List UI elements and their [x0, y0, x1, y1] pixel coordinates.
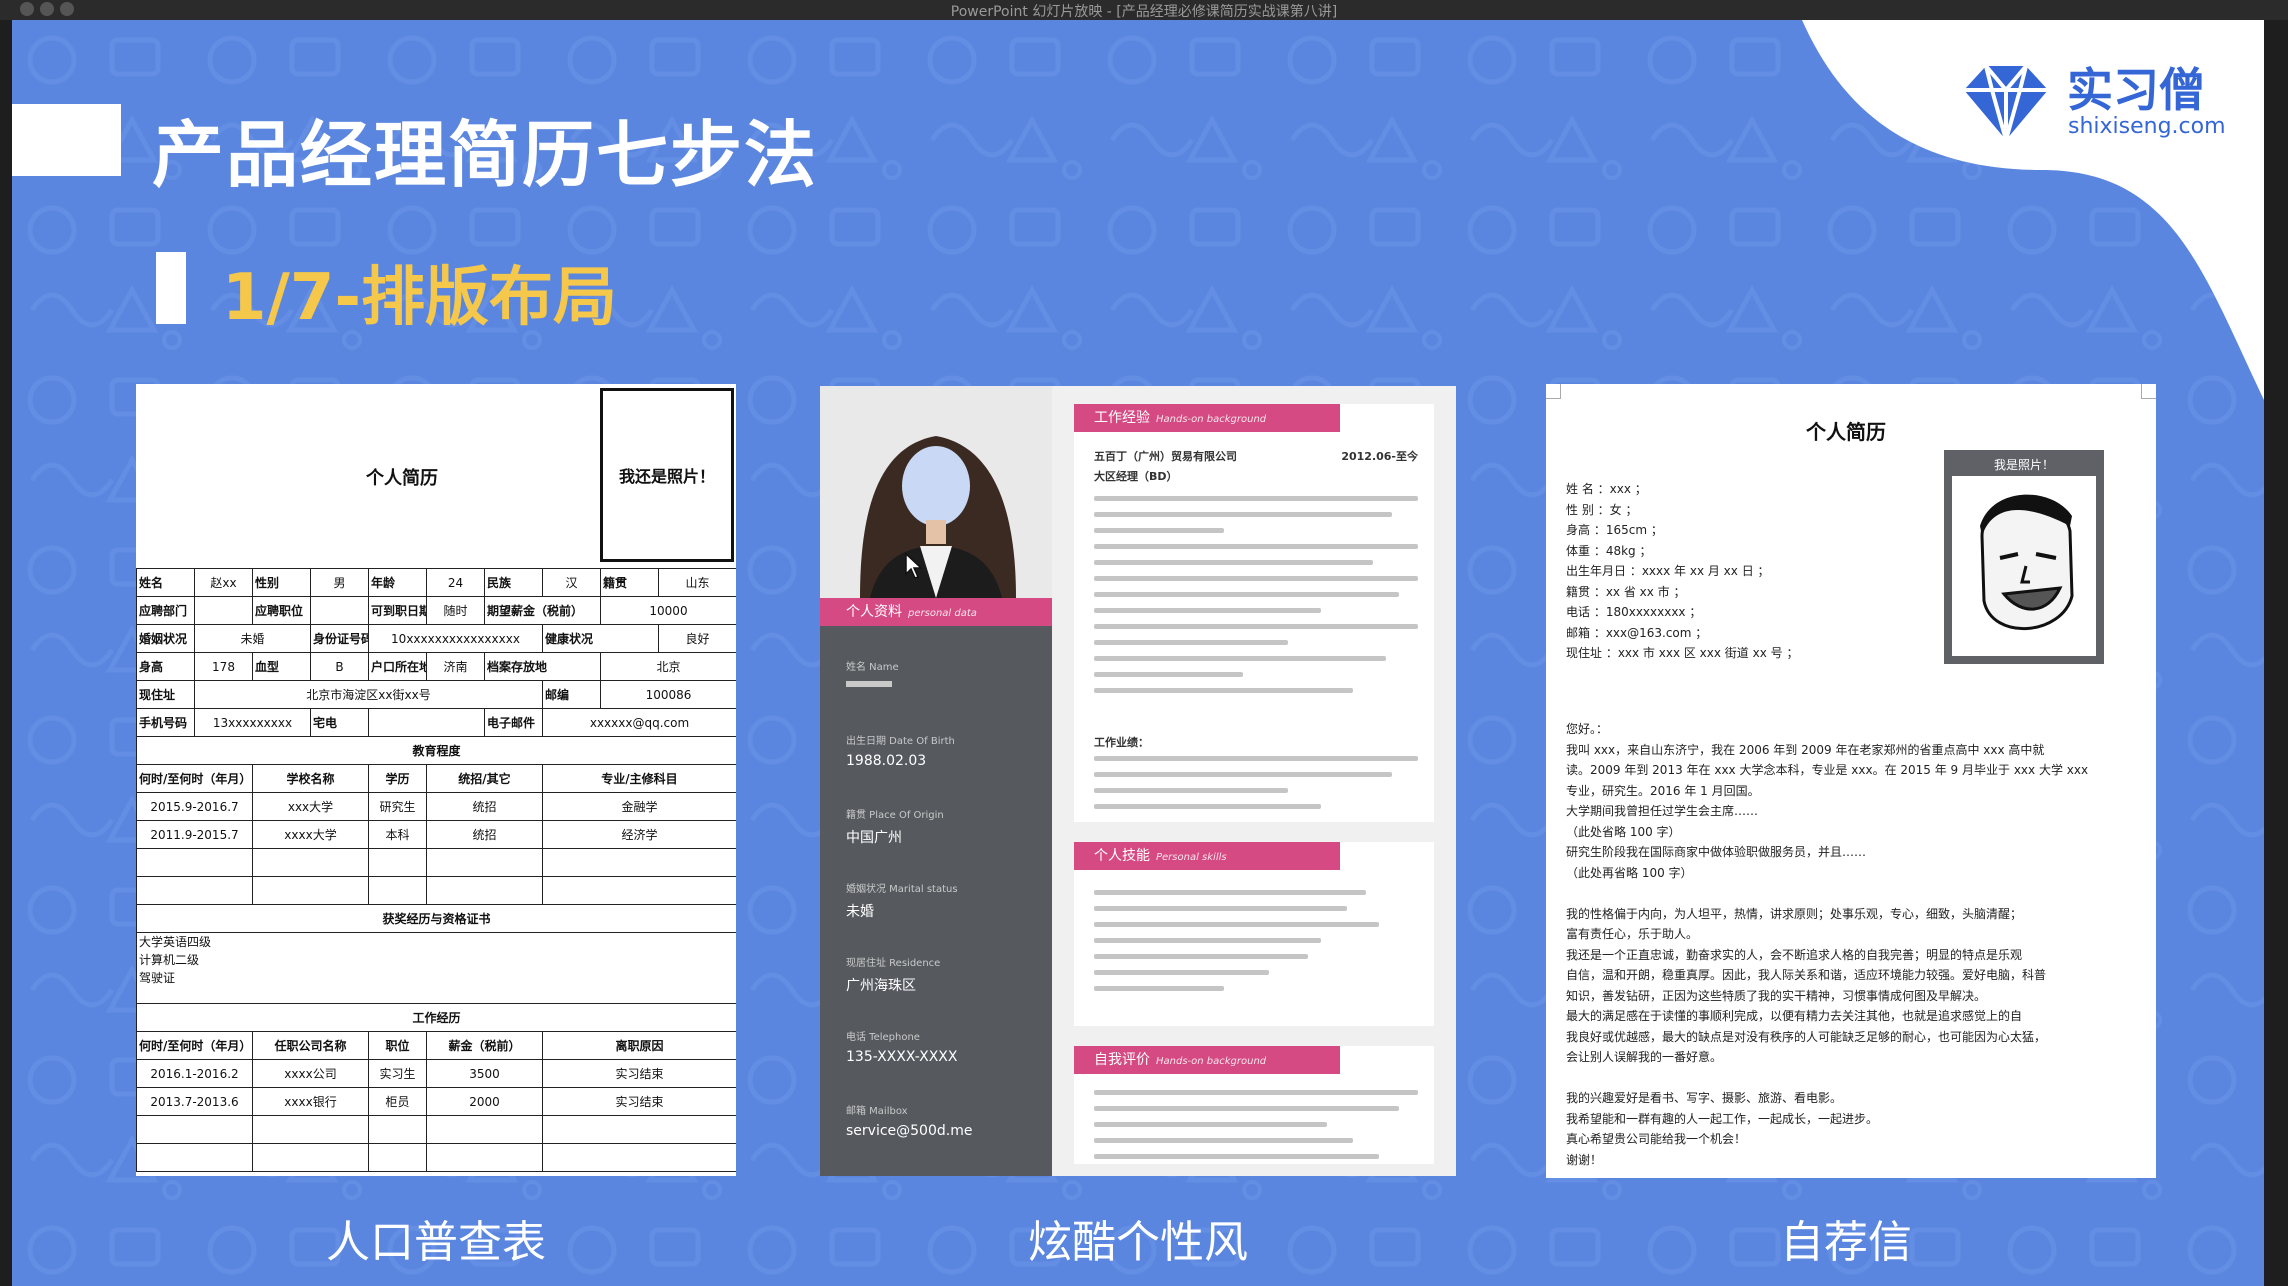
table-row: 大学英语四级 计算机二级 驾驶证 — [136, 932, 736, 1004]
card2-portrait-photo — [820, 386, 1052, 598]
portrait-illustration — [820, 386, 1052, 598]
caption-stylish: 炫酷个性风 — [1028, 1217, 1248, 1268]
card2-field-birth: 出生日期 Date Of Birth 1988.02.03 — [846, 736, 955, 769]
table-row — [136, 1115, 736, 1144]
table-row — [136, 1143, 736, 1172]
mouse-cursor-icon — [905, 552, 923, 579]
title-accent-bar — [12, 104, 121, 176]
table-section-row: 工作经历 — [136, 1003, 736, 1032]
table-row — [136, 876, 736, 905]
logo-brand-text: 实习僧 — [2067, 63, 2205, 117]
table-row: 现住址 北京市海淀区xx街xx号 邮编 100086 — [136, 680, 736, 709]
table-header-row: 何时/至何时（年月） 学校名称 学历 统招/其它 专业/主修科目 — [136, 764, 736, 793]
card3-photo-box: 我是照片！ — [1944, 450, 2104, 664]
card2-field-origin: 籍贯 Place Of Origin 中国广州 — [846, 810, 944, 846]
table-row: 2016.1-2016.2 xxxx公司 实习生 3500 实习结束 — [136, 1059, 736, 1088]
card2-section-skills: 个人技能 Personal skills — [1074, 842, 1434, 1026]
table-section-row: 获奖经历与资格证书 — [136, 904, 736, 933]
table-header-row: 何时/至何时（年月） 任职公司名称 职位 薪金（税前） 离职原因 — [136, 1031, 736, 1060]
card2-section-experience: 工作经验 Hands-on background 五百丁（广州）贸易有限公司 20… — [1074, 404, 1434, 822]
table-row: 2013.7-2013.6 xxxx银行 柜员 2000 实习结束 — [136, 1087, 736, 1116]
table-row: 身高 178 血型 B 户口所在地 济南 档案存放地 北京 — [136, 652, 736, 681]
card2-field-telephone: 电话 Telephone 135-XXXX-XXXX — [846, 1032, 958, 1065]
table-row: 2011.9-2015.7 xxxx大学 本科 统招 经济学 — [136, 820, 736, 849]
slide-subtitle: 1/7-排版布局 — [222, 261, 617, 335]
card2-field-name: 姓名 Name — [846, 658, 1046, 687]
card2-section-title: 自我评价 Hands-on background — [1074, 1046, 1340, 1074]
presentation-slide[interactable]: 产品经理简历七步法 1/7-排版布局 实习僧 shixiseng.com 个人简… — [12, 20, 2264, 1286]
subtitle-accent-bar — [156, 252, 186, 324]
window-title: PowerPoint 幻灯片放映 - [产品经理必修课简历实战课第八讲] — [950, 4, 1338, 20]
card2-sidebar: 个人资料 personal data 姓名 Name 出生日期 Date Of B… — [820, 386, 1052, 1176]
resume-example-census-table: 个人简历 我还是照片！ 姓名 赵xx 性别 男 年龄 24 民族 汉 籍贯 山东 — [136, 384, 736, 1176]
card2-section-title: 个人技能 Personal skills — [1074, 842, 1340, 870]
card1-cert-list: 大学英语四级 计算机二级 驾驶证 — [136, 932, 736, 1004]
card1-info-table: 姓名 赵xx 性别 男 年龄 24 民族 汉 籍贯 山东 应聘部门 应聘职位 可… — [136, 568, 736, 1172]
card2-experience-text-lines — [1094, 496, 1418, 704]
card2-field-mailbox: 邮箱 Mailbox service@500d.me — [846, 1106, 973, 1139]
card2-skills-text-lines — [1094, 890, 1418, 1002]
card1-photo-label: 我还是照片！ — [618, 467, 715, 486]
shixiseng-logo: 实习僧 shixiseng.com — [1952, 44, 2226, 154]
card2-name-redacted — [846, 681, 892, 687]
table-row: 姓名 赵xx 性别 男 年龄 24 民族 汉 籍贯 山东 — [136, 568, 736, 597]
table-row: 手机号码 13xxxxxxxxx 宅电 电子邮件 xxxxxx@qq.com — [136, 708, 736, 737]
card3-info-list: 姓 名 ：xxx ； 性 别 ：女 ； 身高 ：165cm ； 体重 ：48kg… — [1566, 482, 1799, 660]
meme-face-illustration — [1952, 476, 2096, 656]
card3-letter-body: 您好。： 我叫 xxx，来自山东济宁，我在 2006 年到 2009 年在老家郑… — [1566, 722, 2089, 1167]
resume-example-stylish: 个人资料 personal data 姓名 Name 出生日期 Date Of B… — [820, 386, 1456, 1176]
card3-photo-label: 我是照片！ — [1993, 458, 2054, 472]
card3-title: 个人简历 — [1806, 420, 1886, 444]
card2-performance-label: 工作业绩： — [1094, 736, 1149, 749]
logo-url-text: shixiseng.com — [2068, 114, 2226, 139]
table-section-row: 教育程度 — [136, 736, 736, 765]
page-corner-mark — [2141, 384, 2156, 399]
card2-field-marital: 婚姻状况 Marital status 未婚 — [846, 884, 958, 920]
caption-cover-letter: 自荐信 — [1780, 1217, 1912, 1268]
card2-section-title: 工作经验 Hands-on background — [1074, 404, 1340, 432]
meme-face-icon — [1952, 476, 2096, 656]
card2-evaluation-text-lines — [1094, 1090, 1418, 1170]
table-row — [136, 848, 736, 877]
card2-performance-text-lines — [1094, 756, 1418, 820]
table-row: 2015.9-2016.7 xxx大学 研究生 统招 金融学 — [136, 792, 736, 821]
resume-example-cover-letter: 个人简历 姓 名 ：xxx ； 性 别 ：女 ； 身高 ：165cm ； 体重 … — [1546, 384, 2156, 1178]
table-row: 婚姻状况 未婚 身份证号码 10xxxxxxxxxxxxxxxx 健康状况 良好 — [136, 624, 736, 653]
card1-photo-box: 我还是照片！ — [600, 388, 734, 562]
card2-section-self-evaluation: 自我评价 Hands-on background — [1074, 1046, 1434, 1164]
shixiseng-diamond-icon — [1964, 64, 2048, 148]
card2-profile-band: 个人资料 personal data — [820, 598, 1052, 626]
slide-main-title: 产品经理简历七步法 — [152, 113, 819, 197]
window-titlebar: PowerPoint 幻灯片放映 - [产品经理必修课简历实战课第八讲] — [0, 0, 2288, 20]
card1-title: 个人简历 — [366, 468, 438, 489]
page-corner-mark — [1546, 384, 1561, 399]
card2-field-residence: 现居住址 Residence 广州海珠区 — [846, 958, 941, 994]
card1-header: 个人简历 我还是照片！ — [136, 384, 736, 566]
table-row: 应聘部门 应聘职位 可到职日期 随时 期望薪金（税前） 10000 — [136, 596, 736, 625]
caption-census-table: 人口普查表 — [326, 1217, 546, 1268]
